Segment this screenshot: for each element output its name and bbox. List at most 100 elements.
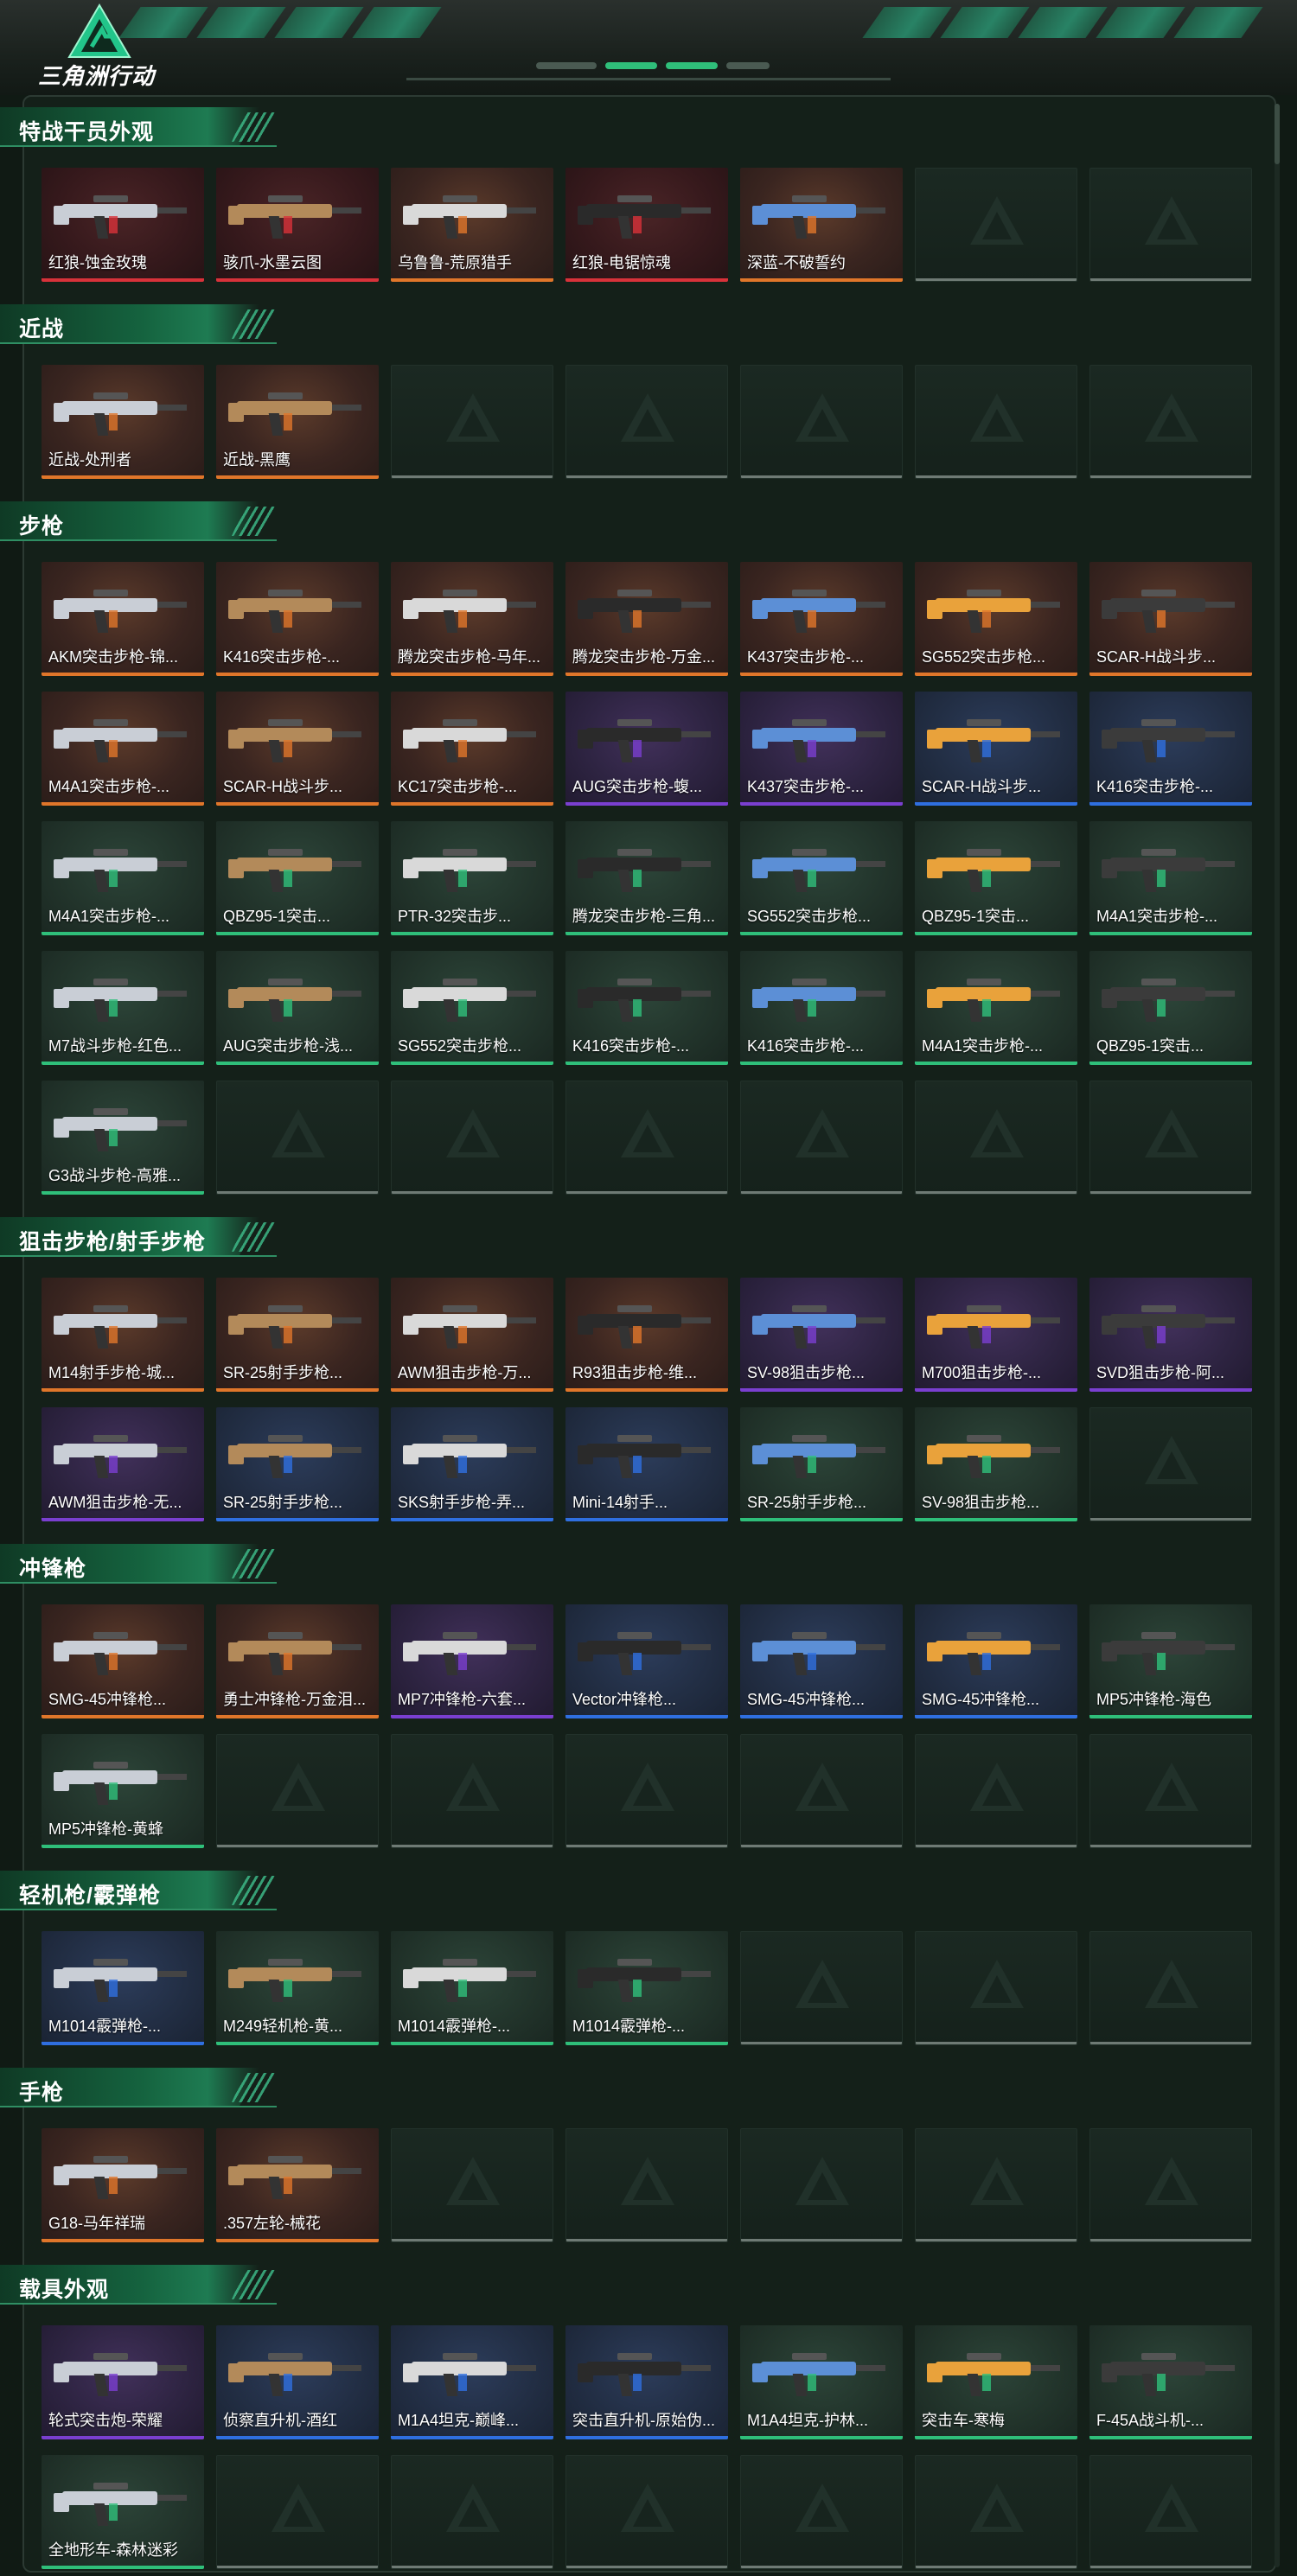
item-card[interactable]: 近战-黑鹰 xyxy=(216,365,379,479)
item-card[interactable]: M1014霰弹枪-... xyxy=(42,1931,204,2045)
item-card[interactable]: M4A1突击步枪-... xyxy=(1089,821,1252,935)
item-card[interactable]: 红狼-电锯惊魂 xyxy=(565,168,728,282)
item-card[interactable]: M1A4坦克-巅峰... xyxy=(391,2325,553,2439)
scrollbar-thumb[interactable] xyxy=(1275,104,1280,164)
item-card[interactable]: K416突击步枪-... xyxy=(1089,692,1252,806)
item-card[interactable]: MP5冲锋枪-黄蜂 xyxy=(42,1734,204,1848)
item-card[interactable]: 腾龙突击步枪-三角... xyxy=(565,821,728,935)
item-card[interactable]: M1014霰弹枪-... xyxy=(391,1931,553,2045)
item-card[interactable]: SG552突击步枪... xyxy=(915,562,1077,676)
item-card[interactable]: K437突击步枪-... xyxy=(740,692,903,806)
item-card[interactable]: SG552突击步枪... xyxy=(740,821,903,935)
item-card[interactable]: SCAR-H战斗步... xyxy=(1089,562,1252,676)
item-image xyxy=(54,1632,187,1675)
item-image xyxy=(54,1959,187,2002)
item-card[interactable]: SVD狙击步枪-阿... xyxy=(1089,1278,1252,1392)
item-card[interactable]: G3战斗步枪-高雅... xyxy=(42,1081,204,1195)
item-card[interactable]: SR-25射手步枪... xyxy=(216,1278,379,1392)
item-card[interactable]: 红狼-蚀金玫瑰 xyxy=(42,168,204,282)
item-card[interactable]: M1014霰弹枪-... xyxy=(565,1931,728,2045)
item-card[interactable]: AUG突击步枪-浅... xyxy=(216,951,379,1065)
item-card[interactable]: 深蓝-不破誓约 xyxy=(740,168,903,282)
rarity-bar xyxy=(565,1715,728,1718)
item-card[interactable]: SMG-45冲锋枪... xyxy=(740,1604,903,1718)
item-name: SG552突击步枪... xyxy=(398,1037,522,1055)
item-card[interactable]: .357左轮-械花 xyxy=(216,2128,379,2242)
item-card[interactable]: 侦察直升机-酒红 xyxy=(216,2325,379,2439)
top-pill-active xyxy=(666,62,718,69)
item-card[interactable]: SMG-45冲锋枪... xyxy=(42,1604,204,1718)
item-card[interactable]: R93狙击步枪-维... xyxy=(565,1278,728,1392)
item-name: M4A1突击步枪-... xyxy=(922,1037,1044,1055)
item-image xyxy=(228,2156,361,2199)
item-card[interactable]: 腾龙突击步枪-万金... xyxy=(565,562,728,676)
item-card[interactable]: SV-98狙击步枪... xyxy=(915,1407,1077,1521)
item-card[interactable]: SCAR-H战斗步... xyxy=(915,692,1077,806)
item-card[interactable]: K416突击步枪-... xyxy=(216,562,379,676)
item-card[interactable]: 近战-处刑者 xyxy=(42,365,204,479)
item-image xyxy=(228,195,361,239)
banner-stripe xyxy=(1173,7,1263,38)
item-card[interactable]: 乌鲁鲁-荒原猎手 xyxy=(391,168,553,282)
rarity-bar xyxy=(741,1191,902,1194)
item-card[interactable]: SG552突击步枪... xyxy=(391,951,553,1065)
item-card[interactable]: M700狙击步枪-... xyxy=(915,1278,1077,1392)
item-name: M14射手步枪-城... xyxy=(48,1364,176,1381)
item-card[interactable]: M4A1突击步枪-... xyxy=(42,692,204,806)
item-name: K416突击步枪-... xyxy=(223,648,341,666)
rarity-bar xyxy=(565,1388,728,1392)
item-card[interactable]: QBZ95-1突击... xyxy=(216,821,379,935)
item-card[interactable]: QBZ95-1突击... xyxy=(1089,951,1252,1065)
item-card[interactable]: M14射手步枪-城... xyxy=(42,1278,204,1392)
item-name: MP7冲锋枪-六套... xyxy=(398,1691,527,1708)
empty-slot xyxy=(915,168,1077,282)
item-name: SR-25射手步枪... xyxy=(747,1494,867,1511)
rarity-bar xyxy=(42,2239,204,2242)
item-name: PTR-32突击步... xyxy=(398,908,512,925)
item-card[interactable]: 骇爪-水墨云图 xyxy=(216,168,379,282)
item-card[interactable]: 突击直升机-原始伪... xyxy=(565,2325,728,2439)
item-card[interactable]: F-45A战斗机-... xyxy=(1089,2325,1252,2439)
rarity-bar xyxy=(740,802,903,806)
item-card[interactable]: MP7冲锋枪-六套... xyxy=(391,1604,553,1718)
item-card[interactable]: PTR-32突击步... xyxy=(391,821,553,935)
item-card[interactable]: AWM狙击步枪-无... xyxy=(42,1407,204,1521)
item-card[interactable]: 突击车-寒梅 xyxy=(915,2325,1077,2439)
scrollbar[interactable] xyxy=(1275,104,1280,2567)
item-card[interactable]: SR-25射手步枪... xyxy=(740,1407,903,1521)
item-card[interactable]: Mini-14射手... xyxy=(565,1407,728,1521)
item-card[interactable]: M7战斗步枪-红色... xyxy=(42,951,204,1065)
item-card[interactable]: QBZ95-1突击... xyxy=(915,821,1077,935)
item-card[interactable]: 腾龙突击步枪-马年... xyxy=(391,562,553,676)
item-card[interactable]: G18-马年祥瑞 xyxy=(42,2128,204,2242)
item-card[interactable]: AKM突击步枪-锦... xyxy=(42,562,204,676)
placeholder-logo-icon xyxy=(1145,1960,1198,2008)
item-card[interactable]: M4A1突击步枪-... xyxy=(915,951,1077,1065)
item-card[interactable]: K416突击步枪-... xyxy=(565,951,728,1065)
item-card[interactable]: M4A1突击步枪-... xyxy=(42,821,204,935)
rarity-bar xyxy=(1090,278,1251,281)
item-card[interactable]: AWM狙击步枪-万... xyxy=(391,1278,553,1392)
item-card[interactable]: 轮式突击炮-荣耀 xyxy=(42,2325,204,2439)
item-card[interactable]: M249轻机枪-黄... xyxy=(216,1931,379,2045)
item-name: M700狙击步枪-... xyxy=(922,1364,1042,1381)
empty-slot xyxy=(740,1081,903,1195)
item-card[interactable]: SCAR-H战斗步... xyxy=(216,692,379,806)
item-card[interactable]: M1A4坦克-护林... xyxy=(740,2325,903,2439)
item-card[interactable]: MP5冲锋枪-海色 xyxy=(1089,1604,1252,1718)
placeholder-logo-icon xyxy=(1145,1763,1198,1811)
item-card[interactable]: SV-98狙击步枪... xyxy=(740,1278,903,1392)
placeholder-logo-icon xyxy=(1145,196,1198,245)
item-card[interactable]: SKS射手步枪-弄... xyxy=(391,1407,553,1521)
item-card[interactable]: K416突击步枪-... xyxy=(740,951,903,1065)
item-name: K437突击步枪-... xyxy=(747,648,865,666)
item-card[interactable]: KC17突击步枪-... xyxy=(391,692,553,806)
item-card[interactable]: Vector冲锋枪... xyxy=(565,1604,728,1718)
item-card[interactable]: 勇士冲锋枪-万金泪... xyxy=(216,1604,379,1718)
item-card[interactable]: K437突击步枪-... xyxy=(740,562,903,676)
item-card[interactable]: 全地形车-森林迷彩 xyxy=(42,2455,204,2569)
item-card[interactable]: SR-25射手步枪... xyxy=(216,1407,379,1521)
item-card[interactable]: AUG突击步枪-蝮... xyxy=(565,692,728,806)
item-card[interactable]: SMG-45冲锋枪... xyxy=(915,1604,1077,1718)
rarity-bar xyxy=(1090,2042,1251,2044)
